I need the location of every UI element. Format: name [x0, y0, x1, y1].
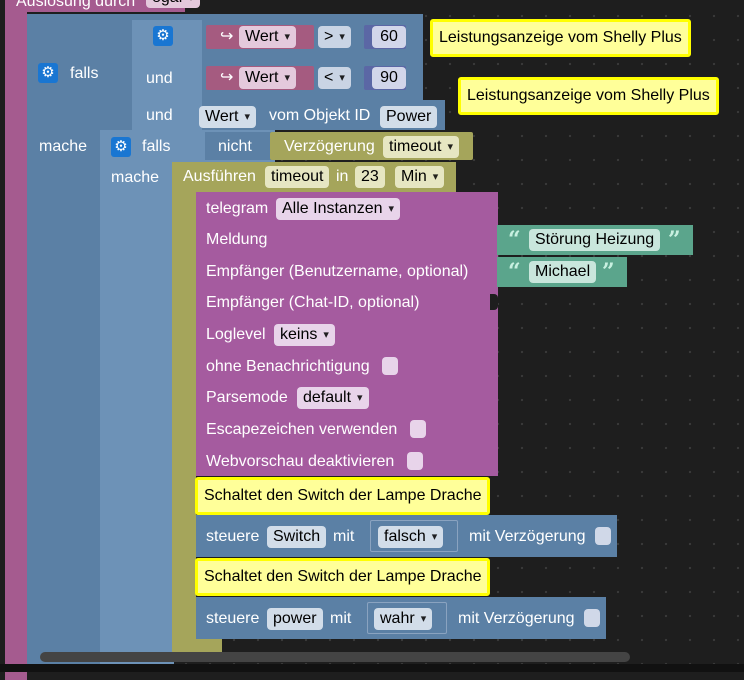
bottom-edge — [0, 664, 744, 672]
telegram-label: telegram — [206, 200, 269, 217]
control-1-bool-dropdown[interactable]: falsch — [378, 526, 444, 548]
delay-label: Verzögerung — [284, 138, 375, 155]
control-1-label: steuere — [206, 528, 260, 545]
control-1-mit-label: mit — [333, 528, 355, 545]
inner-falls-gear-icon[interactable]: ⚙ — [111, 137, 131, 157]
inner-if-block[interactable] — [100, 130, 174, 664]
telegram-instance-dropdown[interactable]: Alle Instanzen — [276, 198, 401, 220]
mache-label: mache — [39, 138, 88, 155]
var-2-arrow-icon: ↪ — [220, 69, 234, 86]
falls-gear-icon[interactable]: ⚙ — [38, 63, 58, 83]
meldung-open-quote-icon: “ — [508, 227, 521, 253]
execute-number-field[interactable]: 23 — [355, 166, 385, 188]
trigger-label: Auslösung durch — [16, 0, 136, 10]
user-open-quote-icon: “ — [508, 259, 521, 285]
delay-dropdown[interactable]: timeout — [383, 136, 459, 158]
not-label: nicht — [218, 138, 252, 155]
control-2-target-field[interactable]: power — [267, 608, 323, 630]
parsemode-dropdown[interactable]: default — [297, 387, 369, 409]
und-label-2: und — [146, 107, 173, 124]
silent-checkbox[interactable] — [382, 357, 398, 375]
user-text-field[interactable]: Michael — [529, 261, 597, 283]
in-label: in — [336, 168, 349, 185]
meldung-close-quote-icon: ” — [668, 227, 681, 253]
control-1-delay-checkbox[interactable] — [595, 527, 611, 545]
number-2-field[interactable]: 90 — [372, 67, 406, 89]
object-id-field[interactable]: Power — [380, 106, 438, 128]
comment-3[interactable]: Schaltet den Switch der Lampe Drache — [195, 477, 491, 515]
op-2-dropdown[interactable]: < — [318, 67, 351, 89]
and-gear-icon[interactable]: ⚙ — [153, 26, 173, 46]
escape-checkbox[interactable] — [410, 420, 426, 438]
control-2-delay-checkbox[interactable] — [584, 609, 600, 627]
execute-block[interactable] — [172, 162, 196, 656]
falls-label: falls — [70, 65, 99, 82]
var-2-dropdown[interactable]: Wert — [239, 67, 297, 89]
number-1-field[interactable]: 60 — [372, 26, 406, 48]
chat-id-label: Empfänger (Chat-ID, optional) — [206, 294, 420, 311]
inner-mache-label: mache — [111, 169, 160, 186]
var-1-dropdown[interactable]: Wert — [239, 26, 297, 48]
trigger-block[interactable] — [5, 0, 27, 680]
parsemode-label: Parsemode — [206, 389, 288, 406]
user-close-quote-icon: ” — [602, 259, 615, 285]
loglevel-dropdown[interactable]: keins — [274, 324, 335, 346]
comment-2[interactable]: Leistungsanzeige vom Shelly Plus — [458, 77, 719, 115]
preview-checkbox[interactable] — [407, 452, 423, 470]
horizontal-scrollbar[interactable] — [40, 652, 630, 662]
silent-label: ohne Benachrichtigung — [206, 358, 370, 375]
object-id-label: vom Objekt ID — [269, 107, 371, 124]
comment-1[interactable]: Leistungsanzeige vom Shelly Plus — [430, 19, 691, 57]
control-2-label: steuere — [206, 610, 260, 627]
control-2-mit-label: mit — [330, 610, 352, 627]
comment-4[interactable]: Schaltet den Switch der Lampe Drache — [195, 558, 491, 596]
execute-label: Ausführen — [183, 168, 256, 185]
meldung-text-field[interactable]: Störung Heizung — [529, 229, 661, 251]
loglevel-label: Loglevel — [206, 326, 266, 343]
value-type-dropdown[interactable]: Wert — [199, 106, 257, 128]
op-1-dropdown[interactable]: > — [318, 26, 351, 48]
control-2-bool-dropdown[interactable]: wahr — [374, 608, 433, 630]
var-1-arrow-icon: ↪ — [220, 28, 234, 45]
escape-label: Escapezeichen verwenden — [206, 421, 398, 438]
control-1-delay-label: mit Verzögerung — [469, 528, 586, 545]
user-label: Empfänger (Benutzername, optional) — [206, 263, 469, 280]
execute-var-field[interactable]: timeout — [265, 166, 330, 188]
chat-id-socket[interactable] — [490, 294, 498, 310]
control-2-delay-label: mit Verzögerung — [458, 610, 575, 627]
meldung-label: Meldung — [206, 231, 268, 248]
inner-falls-label: falls — [142, 138, 171, 155]
und-label-1: und — [146, 70, 173, 87]
unit-dropdown[interactable]: Min — [395, 166, 445, 188]
control-1-target-field[interactable]: Switch — [267, 526, 327, 548]
preview-label: Webvorschau deaktivieren — [206, 453, 395, 470]
trigger-dropdown[interactable]: egal — [146, 0, 200, 8]
